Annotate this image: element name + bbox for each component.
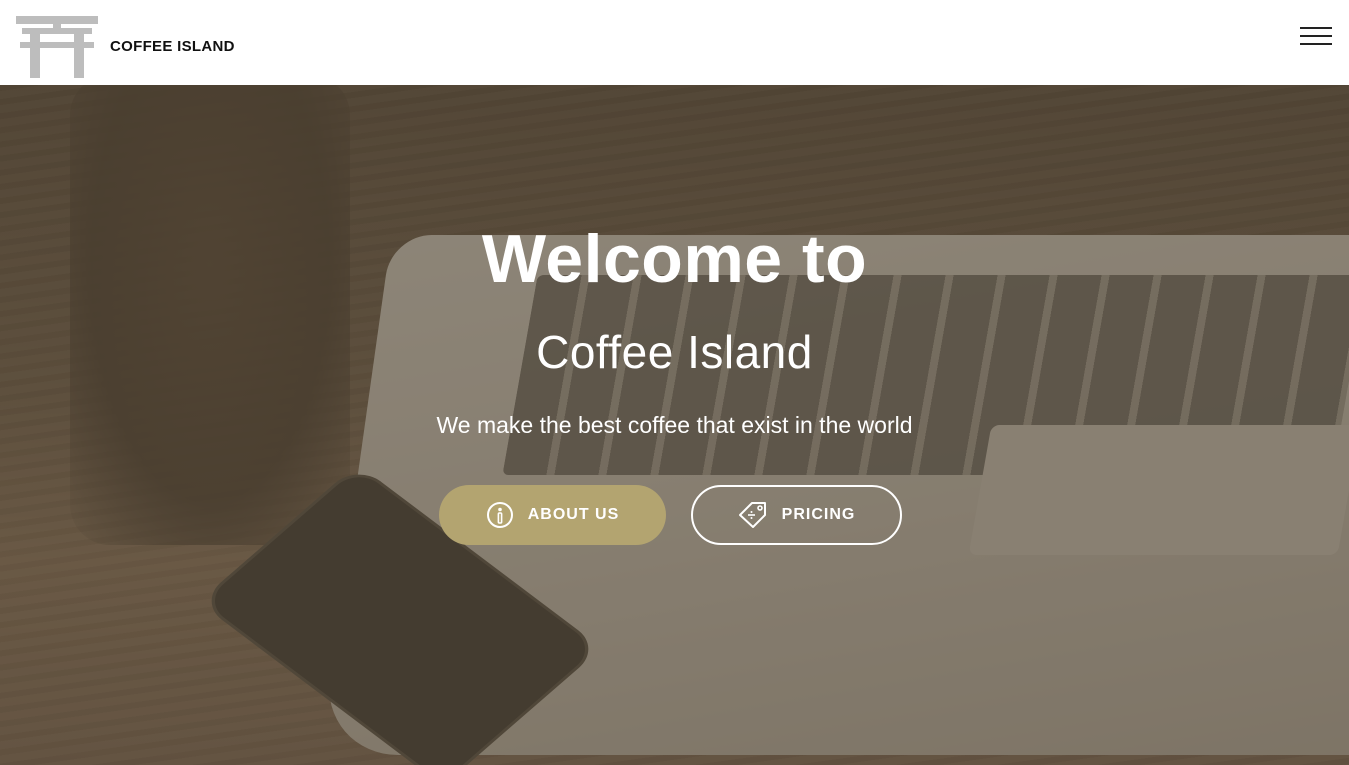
price-tag-icon xyxy=(738,501,768,529)
about-us-label: ABOUT US xyxy=(527,506,620,523)
hero-tagline: We make the best coffee that exist in th… xyxy=(436,412,913,438)
info-icon xyxy=(486,501,514,529)
torii-gate-icon[interactable] xyxy=(16,14,98,78)
about-us-button[interactable]: ABOUT US xyxy=(439,485,666,545)
hero-section: Welcome to Coffee Island We make the bes… xyxy=(0,85,1349,765)
menu-line xyxy=(1300,35,1332,37)
brand-name[interactable]: COFFEE ISLAND xyxy=(110,38,235,55)
hero-title: Welcome to xyxy=(481,221,868,297)
menu-line xyxy=(1300,27,1332,29)
site-header: COFFEE ISLAND xyxy=(0,0,1349,85)
pricing-label: PRICING xyxy=(781,506,856,523)
hamburger-menu-icon[interactable] xyxy=(1300,24,1332,46)
pricing-button[interactable]: PRICING xyxy=(691,485,902,545)
hero-content: Welcome to Coffee Island We make the bes… xyxy=(0,85,1349,765)
hero-subtitle: Coffee Island xyxy=(536,326,813,378)
menu-line xyxy=(1300,43,1332,45)
